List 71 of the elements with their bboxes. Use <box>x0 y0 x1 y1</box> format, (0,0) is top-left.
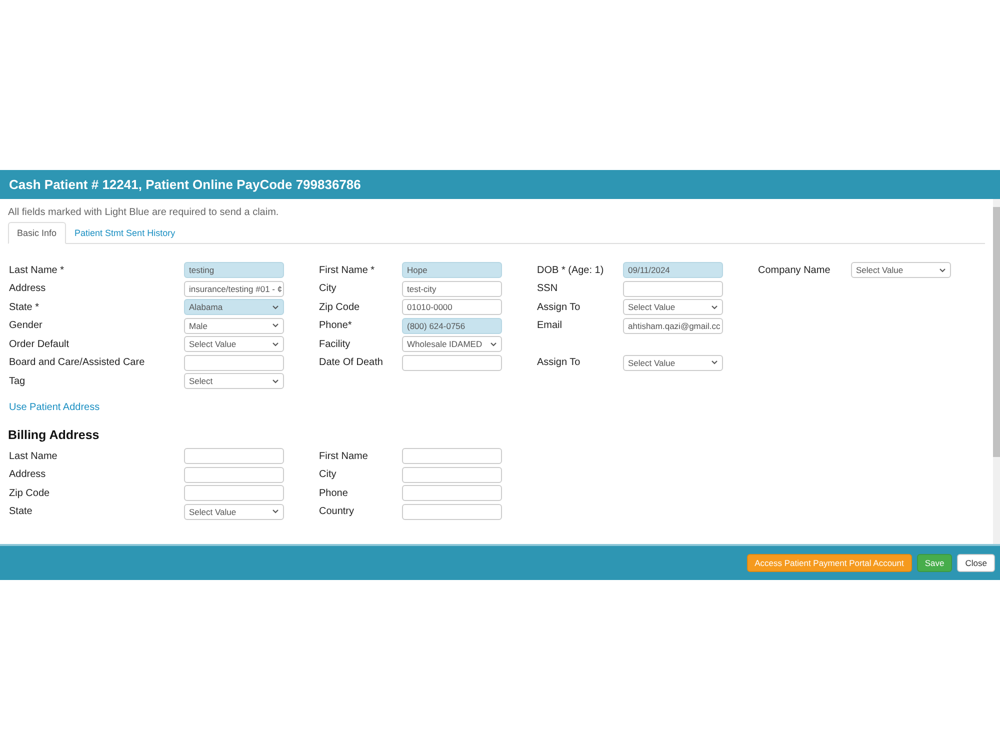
field-label: Address <box>8 468 47 482</box>
select-field[interactable]: Male <box>184 318 284 334</box>
chevron-down-icon <box>272 304 279 310</box>
field-label: Company Name <box>757 264 832 278</box>
field-label: First Name * <box>318 264 376 278</box>
field-label: Board and Care/Assisted Care <box>8 356 146 370</box>
field-label: Facility <box>318 338 352 352</box>
chevron-down-icon <box>490 342 497 346</box>
input-field[interactable] <box>184 354 284 370</box>
field-label: City <box>318 282 338 296</box>
input-field[interactable]: test-city <box>402 280 502 296</box>
field-label: Zip Code <box>318 300 361 314</box>
chevron-down-icon <box>939 268 946 272</box>
input-field[interactable] <box>184 448 284 464</box>
tab[interactable]: Basic Info <box>8 222 66 244</box>
input-field[interactable] <box>184 466 284 482</box>
footer-button[interactable]: Close <box>957 554 995 572</box>
field-label: Zip Code <box>8 486 51 500</box>
input-field[interactable]: testing <box>184 262 284 278</box>
input-field[interactable] <box>402 504 502 520</box>
scrollbar[interactable] <box>993 199 1000 544</box>
tab[interactable]: Patient Stmt Sent History <box>66 222 184 243</box>
field-label: Assign To <box>536 300 582 314</box>
select-field[interactable]: Select <box>184 373 284 389</box>
select-field[interactable]: Select Value <box>184 504 284 520</box>
chevron-down-icon <box>711 360 718 365</box>
field-label: Email <box>536 319 564 333</box>
field-label: Last Name * <box>8 264 66 278</box>
field-label: Country <box>318 505 356 519</box>
input-field[interactable] <box>402 466 502 482</box>
input-field[interactable]: Hope <box>402 262 502 278</box>
field-label: Phone <box>318 486 349 500</box>
dialog-title: Cash Patient # 12241, Patient Online PayCode 799836786 <box>0 170 1000 199</box>
field-label: Tag <box>8 374 26 388</box>
select-field[interactable]: Wholesale IDAMED <box>402 336 502 352</box>
use-patient-address-link[interactable]: Use Patient Address <box>8 402 100 413</box>
input-field[interactable]: 01010-0000 <box>402 299 502 315</box>
chevron-down-icon <box>272 378 279 384</box>
input-field[interactable] <box>402 354 502 370</box>
field-label: SSN <box>536 282 559 296</box>
field-label: Order Default <box>8 338 70 352</box>
select-field[interactable]: Select Value <box>623 354 723 370</box>
field-label: City <box>318 468 338 482</box>
select-field[interactable]: Select Value <box>851 262 951 278</box>
field-label: DOB * (Age: 1) <box>536 264 605 278</box>
input-field[interactable]: insurance/testing #01 - ¢ <box>184 280 284 296</box>
field-label: Phone* <box>318 319 353 333</box>
input-field[interactable]: 09/11/2024 <box>623 262 723 278</box>
field-label: State <box>8 505 34 519</box>
field-label: Assign To <box>536 356 582 370</box>
required-note: All fields marked with Light Blue are required to send a claim. <box>8 207 280 218</box>
select-field[interactable]: Select Value <box>184 336 284 352</box>
input-field[interactable]: ahtisham.qazi@gmail.cc <box>623 318 723 334</box>
chevron-down-icon <box>272 342 279 346</box>
field-label: Date Of Death <box>318 356 384 370</box>
field-label: First Name <box>318 450 369 464</box>
section-heading: Billing Address <box>8 428 100 442</box>
field-label: Address <box>8 282 47 296</box>
input-field[interactable] <box>184 485 284 501</box>
select-field[interactable]: Alabama <box>184 299 284 315</box>
input-field[interactable]: (800) 624-0756 <box>402 318 502 334</box>
input-field[interactable] <box>402 448 502 464</box>
field-label: State * <box>8 300 40 314</box>
field-label: Last Name <box>8 450 58 464</box>
input-field[interactable] <box>623 280 723 296</box>
field-label: Gender <box>8 319 44 333</box>
chevron-down-icon <box>272 509 279 514</box>
chevron-down-icon <box>711 304 718 310</box>
select-field[interactable]: Select Value <box>623 299 723 315</box>
input-field[interactable] <box>402 485 502 501</box>
chevron-down-icon <box>272 323 279 328</box>
